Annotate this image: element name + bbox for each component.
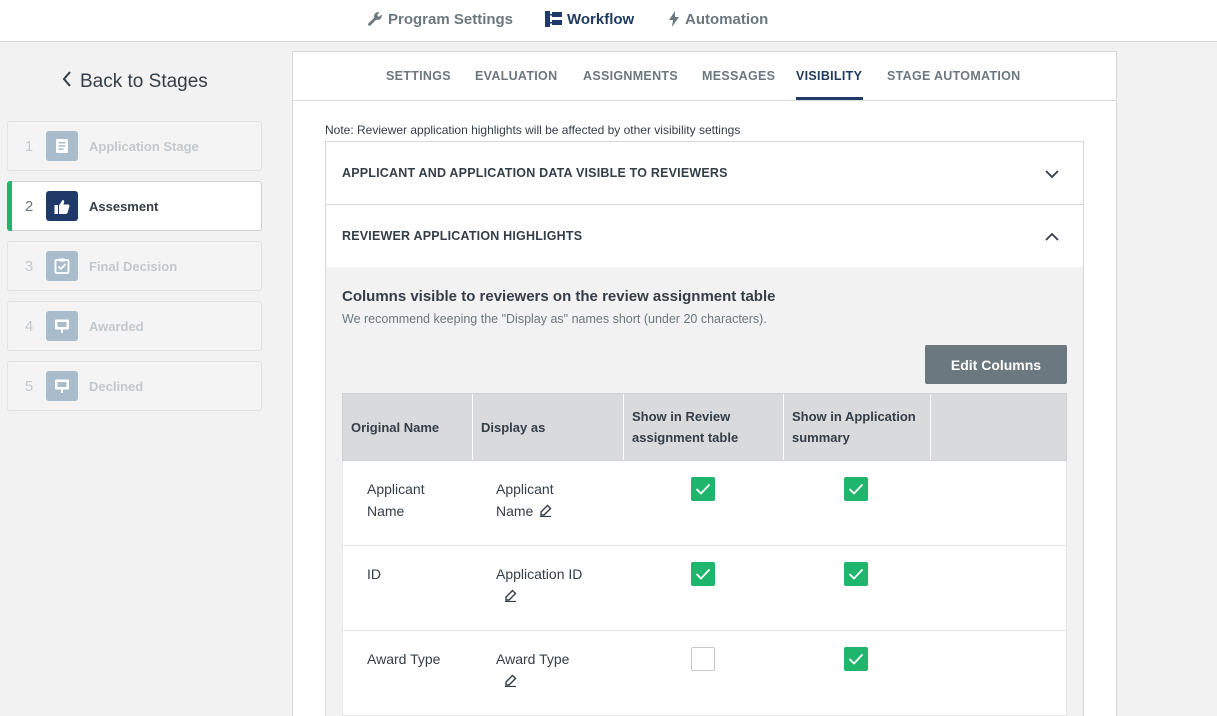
accordion-reviewer-highlights[interactable]: REVIEWER APPLICATION HIGHLIGHTS <box>325 204 1084 268</box>
stage-item-declined[interactable]: 5 Declined <box>7 361 262 411</box>
stage-item-awarded[interactable]: 4 Awarded <box>7 301 262 351</box>
thumbs-up-icon <box>46 191 78 221</box>
table-header: Original Name Display as Show in Review a… <box>342 393 1067 461</box>
tab-assignments[interactable]: ASSIGNMENTS <box>583 69 678 83</box>
stage-label: Final Decision <box>89 258 178 274</box>
checklist-icon <box>46 251 78 281</box>
visibility-note: Note: Reviewer application highlights wi… <box>325 123 741 137</box>
chevron-left-icon <box>62 71 72 93</box>
checkmark-icon <box>848 483 864 495</box>
original-name-cell: ID <box>367 566 381 582</box>
stage-settings-panel: SETTINGS EVALUATION ASSIGNMENTS MESSAGES… <box>292 51 1117 716</box>
nav-workflow[interactable]: Workflow <box>545 9 634 29</box>
header-display-as: Display as <box>473 394 624 460</box>
wrench-icon <box>367 11 383 27</box>
show-in-application-checkbox[interactable] <box>844 477 868 501</box>
table-row: Award Type Award Type <box>342 631 1067 716</box>
lightning-icon <box>668 11 680 27</box>
show-in-review-checkbox[interactable] <box>691 562 715 586</box>
stage-number: 2 <box>24 197 34 215</box>
display-as-cell: Award Type <box>496 648 569 693</box>
reviewer-highlights-content: Columns visible to reviewers on the revi… <box>325 267 1084 716</box>
nav-program-settings-label: Program Settings <box>388 10 514 28</box>
stage-number: 5 <box>24 377 34 395</box>
header-original-name: Original Name <box>343 394 473 460</box>
stage-number: 3 <box>24 257 34 275</box>
tab-evaluation[interactable]: EVALUATION <box>475 69 557 83</box>
stage-label: Application Stage <box>89 138 199 154</box>
checkmark-icon <box>695 568 711 580</box>
columns-section-subtitle: We recommend keeping the "Display as" na… <box>342 312 767 326</box>
back-to-stages-link[interactable]: Back to Stages <box>62 71 208 93</box>
checkmark-icon <box>695 483 711 495</box>
stage-tabs: SETTINGS EVALUATION ASSIGNMENTS MESSAGES… <box>293 52 1116 101</box>
accordion-applicant-data[interactable]: APPLICANT AND APPLICATION DATA VISIBLE T… <box>325 141 1084 205</box>
chevron-up-icon[interactable] <box>1045 229 1059 247</box>
table-row: ID Application ID <box>342 546 1067 631</box>
tab-messages[interactable]: MESSAGES <box>702 69 775 83</box>
show-in-review-checkbox[interactable] <box>691 647 715 671</box>
document-icon <box>46 131 78 161</box>
accordion-title: REVIEWER APPLICATION HIGHLIGHTS <box>342 229 583 243</box>
workflow-icon <box>545 11 562 27</box>
tab-visibility[interactable]: VISIBILITY <box>796 69 862 83</box>
stage-label: Awarded <box>89 318 144 334</box>
table-row: Applicant Name Applicant Name <box>342 461 1067 546</box>
checkmark-icon <box>848 653 864 665</box>
stage-number: 1 <box>24 137 34 155</box>
tab-stage-automation[interactable]: STAGE AUTOMATION <box>887 69 1021 83</box>
nav-workflow-label: Workflow <box>567 10 635 28</box>
original-name-cell: Applicant Name <box>367 481 425 519</box>
header-show-in-application: Show in Application summary <box>784 394 931 460</box>
show-in-review-checkbox[interactable] <box>691 477 715 501</box>
display-as-cell: Applicant Name <box>496 478 554 523</box>
back-to-stages-label: Back to Stages <box>80 71 208 92</box>
show-in-application-checkbox[interactable] <box>844 647 868 671</box>
stage-item-final-decision[interactable]: 3 Final Decision <box>7 241 262 291</box>
stage-item-assesment[interactable]: 2 Assesment <box>7 181 262 231</box>
accordion-title: APPLICANT AND APPLICATION DATA VISIBLE T… <box>342 166 728 180</box>
original-name-cell: Award Type <box>367 651 441 667</box>
stage-number: 4 <box>24 317 34 335</box>
header-empty <box>931 394 1066 460</box>
pencil-icon[interactable] <box>504 671 517 693</box>
presentation-icon <box>46 311 78 341</box>
top-navigation: Program Settings Workflow Automation <box>0 0 1217 42</box>
active-stage-indicator <box>7 181 12 231</box>
nav-program-settings[interactable]: Program Settings <box>367 9 513 29</box>
active-tab-underline <box>796 97 863 100</box>
header-show-in-review: Show in Review assignment table <box>624 394 784 460</box>
checkmark-icon <box>848 568 864 580</box>
stage-label: Declined <box>89 378 144 394</box>
pencil-icon[interactable] <box>504 586 517 608</box>
stage-label: Assesment <box>89 198 159 214</box>
nav-automation[interactable]: Automation <box>668 9 768 29</box>
columns-section-title: Columns visible to reviewers on the revi… <box>342 288 776 305</box>
chevron-down-icon[interactable] <box>1045 166 1059 184</box>
show-in-application-checkbox[interactable] <box>844 562 868 586</box>
tab-settings[interactable]: SETTINGS <box>386 69 451 83</box>
presentation-icon <box>46 371 78 401</box>
edit-columns-button[interactable]: Edit Columns <box>925 345 1067 384</box>
pencil-icon[interactable] <box>539 501 552 523</box>
columns-table: Original Name Display as Show in Review a… <box>342 393 1067 716</box>
nav-automation-label: Automation <box>685 10 769 28</box>
stage-item-application[interactable]: 1 Application Stage <box>7 121 262 171</box>
display-as-cell: Application ID <box>496 563 582 608</box>
